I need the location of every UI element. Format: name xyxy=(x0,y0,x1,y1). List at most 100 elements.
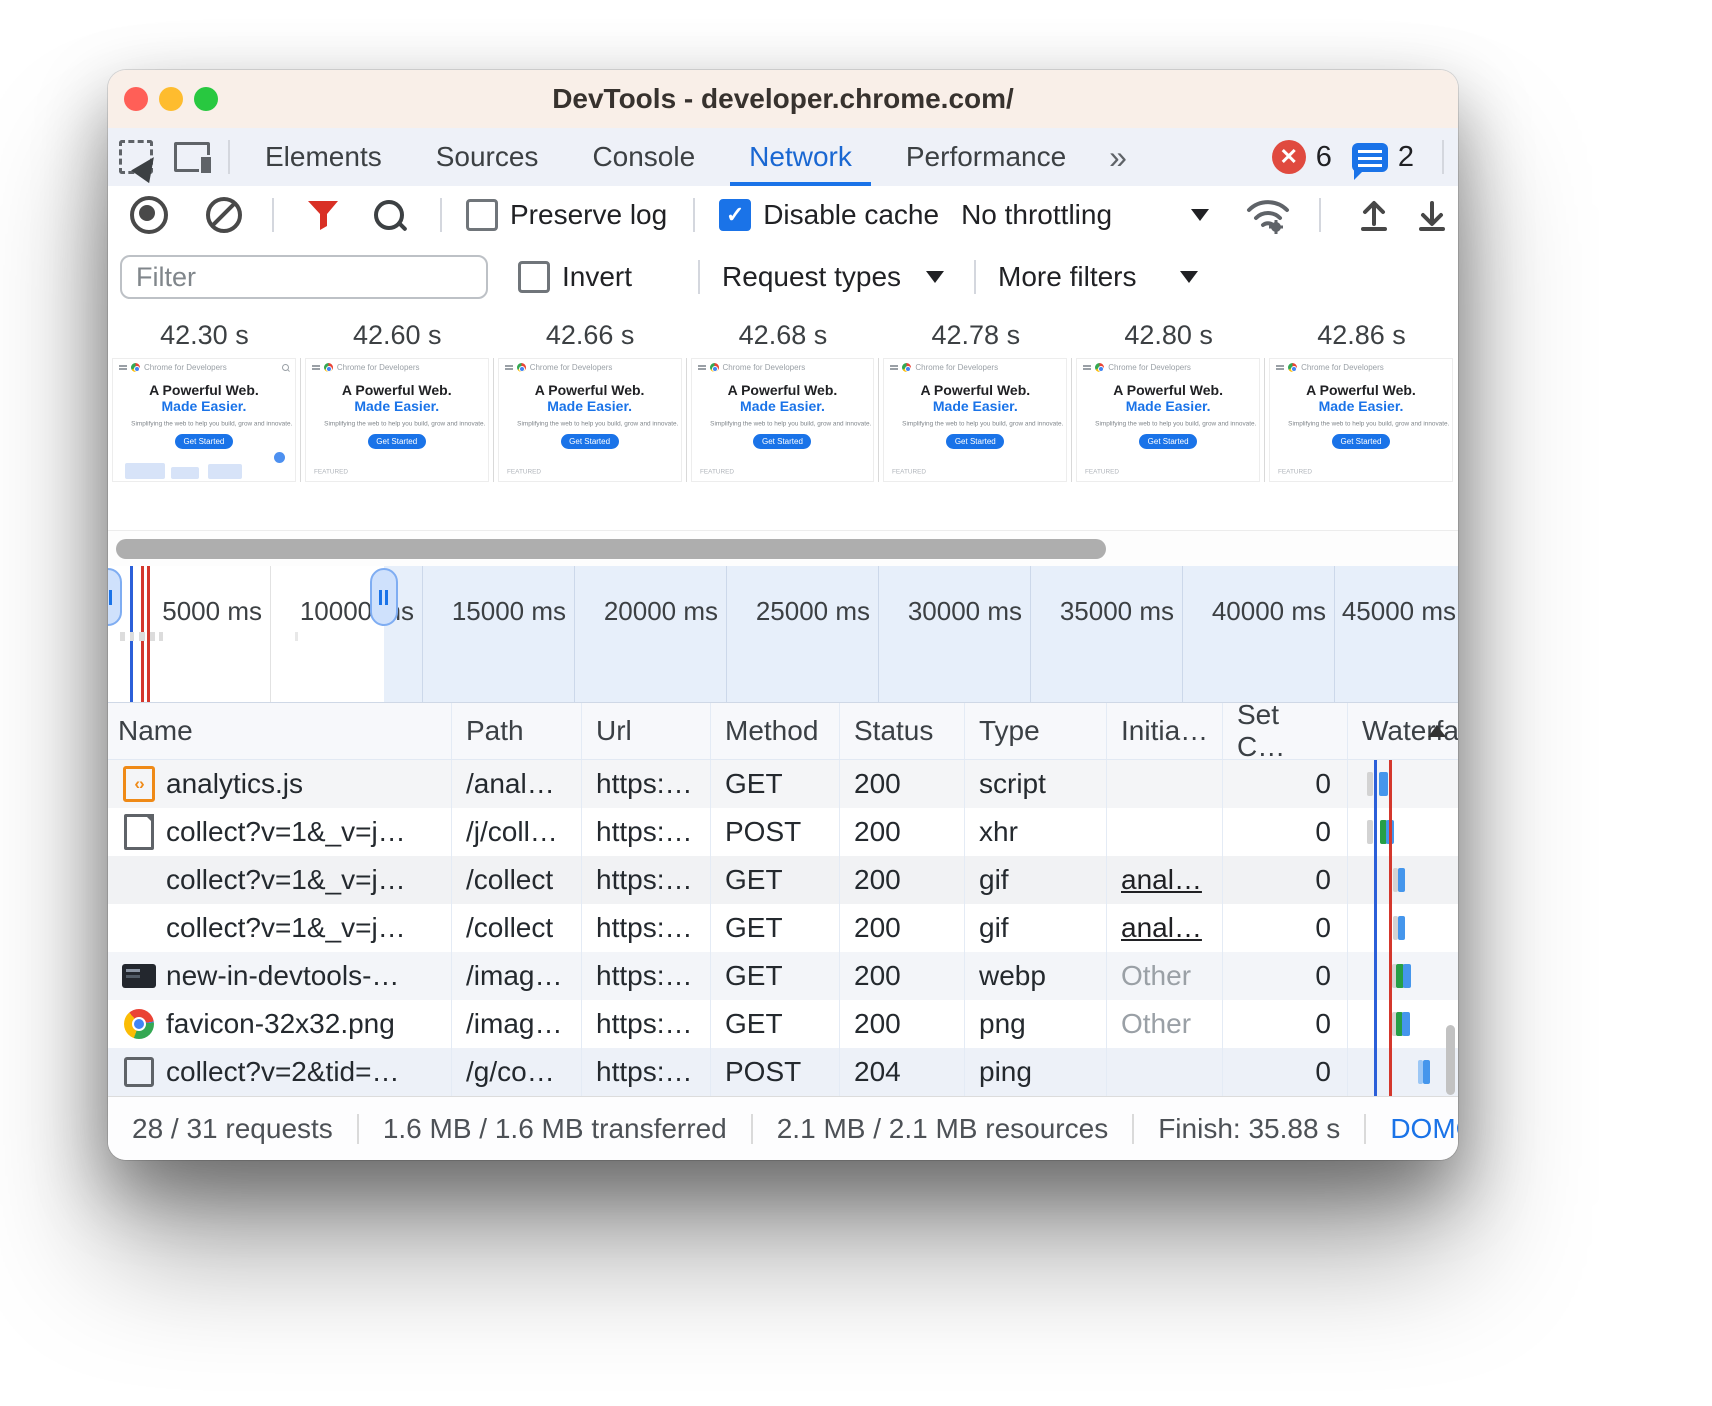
errors-icon[interactable]: ✕ xyxy=(1272,140,1306,174)
waterfall-bar xyxy=(1402,1012,1410,1036)
initiator-link[interactable]: anal… xyxy=(1121,864,1202,896)
frame-timestamp: 42.66 s xyxy=(494,320,687,351)
waterfall-bar xyxy=(1423,1060,1430,1084)
invert-checkbox[interactable] xyxy=(518,261,550,293)
record-network-log-icon[interactable] xyxy=(130,196,168,234)
request-type: png xyxy=(965,1000,1107,1048)
request-name: favicon-32x32.png xyxy=(166,1008,395,1040)
request-type: webp xyxy=(965,952,1107,1000)
issues-icon[interactable] xyxy=(1352,143,1388,172)
disable-cache-label[interactable]: Disable cache xyxy=(763,199,939,231)
filmstrip-frame[interactable]: 42.68 s Chrome for Developers A Powerful… xyxy=(687,310,880,530)
column-header-name[interactable]: Name xyxy=(108,703,452,759)
filmstrip: 42.30 s Chrome for Developers A Powerful… xyxy=(108,310,1458,530)
table-scrollbar-thumb[interactable] xyxy=(1446,1025,1455,1095)
table-row[interactable]: collect?v=1&_v=j… /j/coll… https:… POST … xyxy=(108,808,1458,856)
table-row[interactable]: collect?v=1&_v=j… /collect https:… GET 2… xyxy=(108,904,1458,952)
request-mark xyxy=(295,632,298,641)
more-tabs-button[interactable]: » xyxy=(1093,139,1141,176)
waterfall-bar xyxy=(1367,820,1373,844)
tab-performance[interactable]: Performance xyxy=(879,128,1093,186)
tab-sources[interactable]: Sources xyxy=(409,128,566,186)
tab-console[interactable]: Console xyxy=(565,128,722,186)
close-window-button[interactable] xyxy=(124,87,148,111)
filter-icon[interactable] xyxy=(306,199,340,231)
selection-handle-right[interactable] xyxy=(370,568,398,626)
frame-timestamp: 42.68 s xyxy=(687,320,880,351)
timeline-overview[interactable]: 5000 ms 10000 ms 15000 ms 20000 ms 25000… xyxy=(108,566,1458,702)
gridline xyxy=(1334,566,1335,702)
network-toolbar: Preserve log ✓ Disable cache No throttli… xyxy=(108,186,1458,245)
image-preview-icon xyxy=(118,959,160,993)
domcontentloaded-line xyxy=(1374,760,1377,1096)
zoom-window-button[interactable] xyxy=(194,87,218,111)
filmstrip-frame[interactable]: 42.60 s Chrome for Developers A Powerful… xyxy=(301,310,494,530)
request-url: https:… xyxy=(582,760,711,808)
frame-timestamp: 42.60 s xyxy=(301,320,494,351)
import-har-icon[interactable] xyxy=(1359,198,1389,232)
device-toolbar-button[interactable] xyxy=(164,128,220,186)
clear-network-log-icon[interactable] xyxy=(206,197,242,233)
table-row[interactable]: favicon-32x32.png /imag… https:… GET 200… xyxy=(108,1000,1458,1048)
thumb-illustration xyxy=(113,459,295,481)
column-header-path[interactable]: Path xyxy=(452,703,582,759)
request-name: new-in-devtools-… xyxy=(166,960,399,992)
tab-network[interactable]: Network xyxy=(722,128,879,186)
tab-elements[interactable]: Elements xyxy=(238,128,409,186)
frame-thumbnail: Chrome for Developers A Powerful Web. Ma… xyxy=(1269,358,1453,482)
filmstrip-frame[interactable]: 42.66 s Chrome for Developers A Powerful… xyxy=(494,310,687,530)
table-row[interactable]: collect?v=1&_v=j… /collect https:… GET 2… xyxy=(108,856,1458,904)
network-conditions-icon[interactable] xyxy=(1245,196,1291,234)
more-filters-dropdown[interactable]: More filters xyxy=(998,261,1198,293)
table-row[interactable]: ‹›analytics.js /anal… https:… GET 200 sc… xyxy=(108,760,1458,808)
throttling-select[interactable]: No throttling xyxy=(961,199,1209,231)
column-header-initiator[interactable]: Initia… xyxy=(1107,703,1223,759)
thumb-tagline: Simplifying the web to help you build, g… xyxy=(517,420,662,427)
inspect-cursor-icon xyxy=(119,140,153,174)
table-row[interactable]: collect?v=2&tid=… /g/co… https:… POST 20… xyxy=(108,1048,1458,1096)
request-method: GET xyxy=(711,904,840,952)
request-type: gif xyxy=(965,904,1107,952)
request-type: gif xyxy=(965,856,1107,904)
preserve-log-label[interactable]: Preserve log xyxy=(510,199,667,231)
inspect-element-button[interactable] xyxy=(108,128,164,186)
request-mark xyxy=(130,632,134,641)
request-status: 200 xyxy=(840,760,965,808)
initiator-other: Other xyxy=(1121,960,1191,992)
invert-label[interactable]: Invert xyxy=(562,261,632,293)
filmstrip-frame[interactable]: 42.78 s Chrome for Developers A Powerful… xyxy=(879,310,1072,530)
column-header-set-cookies[interactable]: Set C… xyxy=(1223,703,1348,759)
request-method: GET xyxy=(711,760,840,808)
column-header-url[interactable]: Url xyxy=(582,703,711,759)
table-row[interactable]: new-in-devtools-… /imag… https:… GET 200… xyxy=(108,952,1458,1000)
minimize-window-button[interactable] xyxy=(159,87,183,111)
filter-input[interactable] xyxy=(120,255,488,299)
scrollbar-thumb[interactable] xyxy=(116,539,1106,559)
selection-handle-left[interactable] xyxy=(108,568,122,626)
time-tick: 40000 ms xyxy=(1196,596,1326,627)
column-header-waterfall[interactable]: Waterfall xyxy=(1348,703,1458,759)
request-initiator xyxy=(1107,1048,1223,1096)
chrome-logo-icon xyxy=(710,363,719,372)
thumb-headline: A Powerful Web. xyxy=(113,382,295,398)
preserve-log-checkbox[interactable] xyxy=(466,199,498,231)
export-har-icon[interactable] xyxy=(1417,198,1447,232)
column-header-method[interactable]: Method xyxy=(711,703,840,759)
request-path: /anal… xyxy=(452,760,582,808)
filmstrip-frame[interactable]: 42.86 s Chrome for Developers A Powerful… xyxy=(1265,310,1458,530)
request-set-cookies: 0 xyxy=(1223,856,1348,904)
column-header-type[interactable]: Type xyxy=(965,703,1107,759)
search-icon[interactable] xyxy=(374,200,404,230)
request-set-cookies: 0 xyxy=(1223,1048,1348,1096)
filmstrip-frame[interactable]: 42.80 s Chrome for Developers A Powerful… xyxy=(1072,310,1265,530)
initiator-link[interactable]: anal… xyxy=(1121,912,1202,944)
devtools-tab-bar: Elements Sources Console Network Perform… xyxy=(108,128,1458,187)
column-header-status[interactable]: Status xyxy=(840,703,965,759)
filmstrip-frame[interactable]: 42.30 s Chrome for Developers A Powerful… xyxy=(108,310,301,530)
hamburger-icon xyxy=(505,365,513,367)
thumb-site-name: Chrome for Developers xyxy=(723,363,806,372)
request-types-dropdown[interactable]: Request types xyxy=(722,261,944,293)
traffic-lights xyxy=(124,87,218,111)
disable-cache-checkbox[interactable]: ✓ xyxy=(719,199,751,231)
thumb-site-name: Chrome for Developers xyxy=(1108,363,1191,372)
